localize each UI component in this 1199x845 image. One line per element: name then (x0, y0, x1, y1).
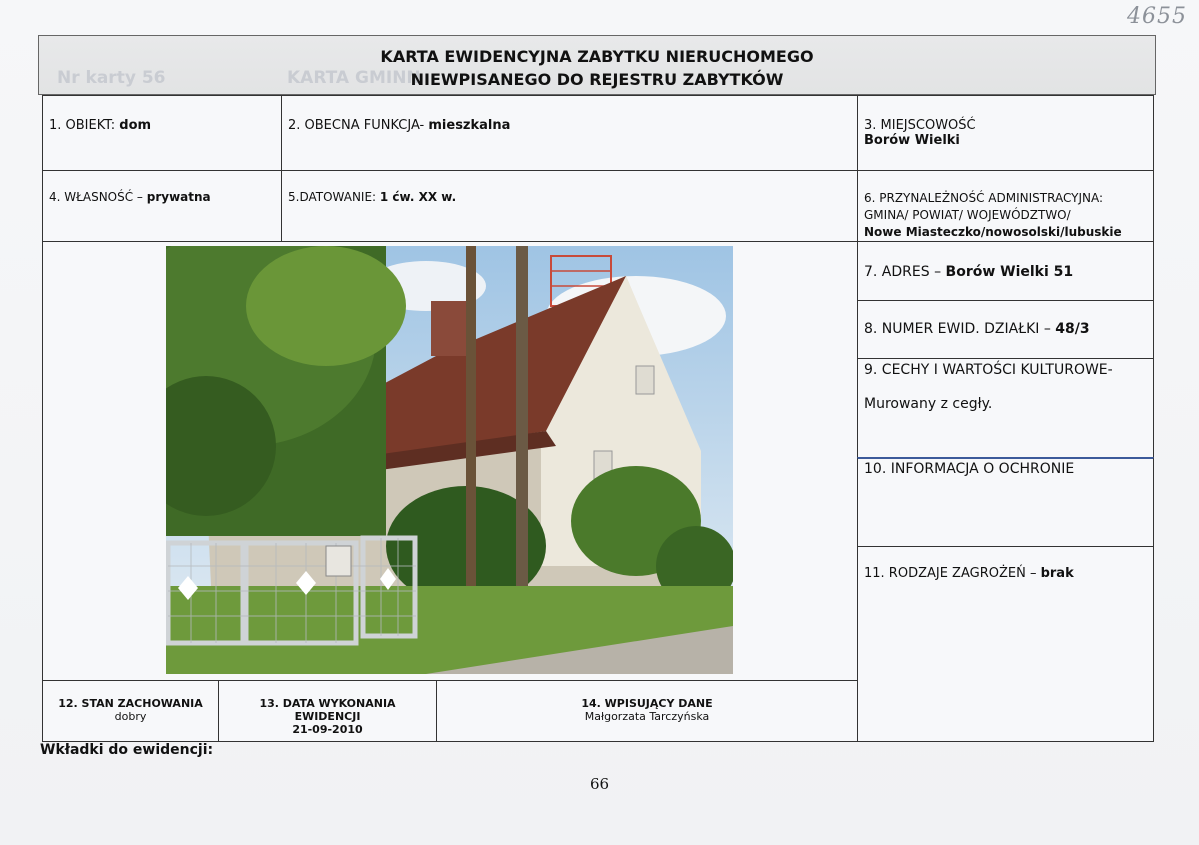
wlasnosc-value: prywatna (146, 190, 211, 204)
field-datowanie: 5.DATOWANIE: 1 ćw. XX w. (281, 170, 858, 242)
form-title-bar: Nr karty 56 KARTA GMINN KARTA EWIDENCYJN… (38, 35, 1156, 95)
datowanie-value: 1 ćw. XX w. (379, 190, 457, 204)
field-ochrona: 10. INFORMACJA O OCHRONIE (857, 457, 1154, 547)
field-stan-zachowania: 12. STAN ZACHOWANIA dobry (42, 680, 219, 742)
adres-value: Borów Wielki 51 (945, 264, 1074, 280)
form-title-line1: KARTA EWIDENCYJNA ZABYTKU NIERUCHOMEGO (380, 47, 814, 66)
funkcja-value: mieszkalna (428, 118, 511, 133)
data-wykonania-value: 21-09-2010 (292, 723, 363, 736)
archive-stamp: 4655 (1127, 4, 1187, 29)
cechy-value: Murowany z cegły. (864, 396, 993, 412)
building-photo (166, 246, 733, 674)
field-funkcja: 2. OBECNA FUNKCJA- mieszkalna (281, 95, 858, 171)
page-number: 66 (589, 775, 610, 793)
zagrozenia-value: brak (1040, 566, 1074, 581)
stan-value: dobry (114, 710, 147, 723)
field-cechy: 9. CECHY I WARTOŚCI KULTUROWE- Murowany … (857, 358, 1154, 458)
miejscowosc-value: Borów Wielki (864, 133, 960, 148)
field-obiekt: 1. OBIEKT: dom (42, 95, 282, 171)
dzialka-value: 48/3 (1055, 321, 1090, 337)
field-dzialka: 8. NUMER EWID. DZIAŁKI – 48/3 (857, 300, 1154, 359)
field-zagrozenia: 11. RODZAJE ZAGROŻEŃ – brak (857, 546, 1154, 742)
field-wlasnosc: 4. WŁASNOŚĆ – prywatna (42, 170, 282, 242)
field-wpisujacy: 14. WPISUJĄCY DANE Małgorzata Tarczyńska (436, 680, 858, 742)
obiekt-value: dom (119, 118, 152, 133)
field-miejscowosc: 3. MIEJSCOWOŚĆ Borów Wielki (857, 95, 1154, 171)
form-title-line2: NIEWPISANEGO DO REJESTRU ZABYTKÓW (410, 70, 784, 89)
field-data-wykonania: 13. DATA WYKONANIA EWIDENCJI 21-09-2010 (218, 680, 437, 742)
wkladki-label: Wkładki do ewidencji: (40, 742, 214, 758)
wpisujacy-value: Małgorzata Tarczyńska (584, 710, 710, 723)
przynaleznosc-value: Nowe Miasteczko/nowosolski/lubuskie (864, 225, 1122, 239)
field-adres: 7. ADRES – Borów Wielki 51 (857, 241, 1154, 301)
field-przynaleznosc: 6. PRZYNALEŻNOŚĆ ADMINISTRACYJNA: GMINA/… (857, 170, 1154, 242)
